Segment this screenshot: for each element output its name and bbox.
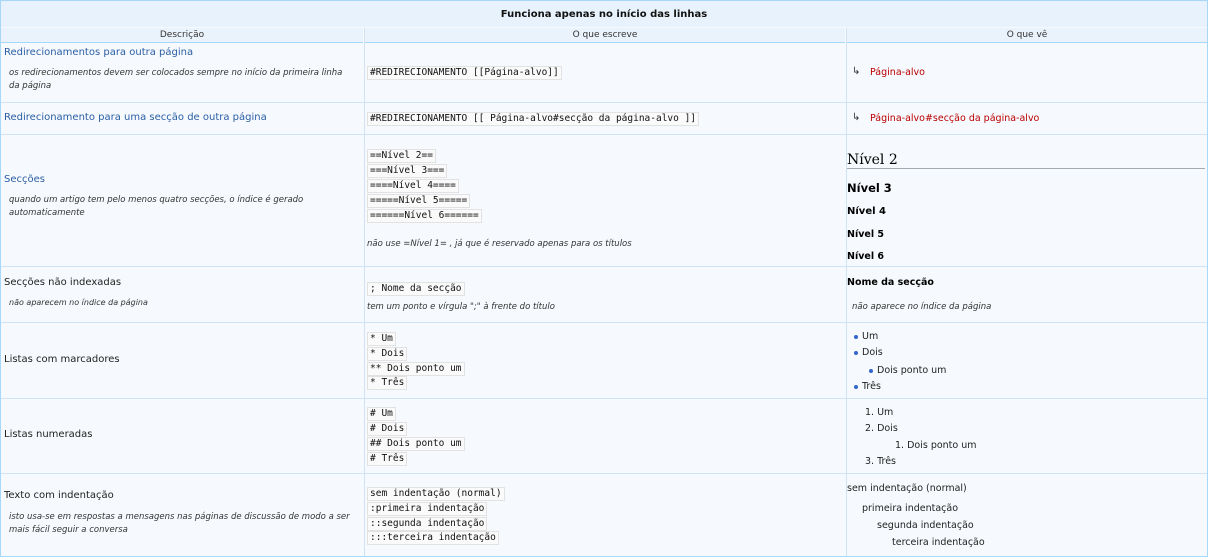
redirect-code: #REDIRECIONAMENTO [[Página-alvo]] [367,66,562,80]
sections-code-line: ======Nível 6====== [367,209,482,223]
sections-note: quando um artigo tem pelo menos quatro s… [9,195,304,218]
numbered-item: 1. Um [865,407,894,418]
unindexed-hint: tem um ponto e vírgula ";" à frente do t… [367,302,555,312]
column-divider [364,28,365,556]
indent-output-line: segunda indentação [877,520,974,531]
row-divider [1,266,1207,267]
header-what-you-type: O que escreve [365,28,845,43]
indent-code-line: ::segunda indentação [367,517,488,531]
numbered-code-line: # Um [367,407,396,421]
redirect-section-target-link[interactable]: Página-alvo#secção da página-alvo [870,113,1039,124]
numbered-label: Listas numeradas [4,429,93,440]
numbered-code-line: # Dois [367,422,408,436]
indent-code-line: :primeira indentação [367,502,488,516]
unindexed-code: ; Nome da secção [367,282,465,296]
sections-code-line: ====Nível 4==== [367,179,459,193]
unindexed-label: Secções não indexadas [4,277,122,288]
numbered-code-line: ## Dois ponto um [367,437,465,451]
heading-underline [847,168,1205,169]
bullet-item: Três [854,381,881,392]
redirect-arrow-icon: ↳ [852,66,861,77]
sections-code-line: ===Nível 3=== [367,164,448,178]
bullets-code-line: * Dois [367,347,408,361]
bullets-code-line: ** Dois ponto um [367,362,465,376]
redirect-section-code: #REDIRECIONAMENTO [[ Página-alvo#secção … [367,112,700,126]
bullets-code-line: * Três [367,376,408,390]
row-divider [1,398,1207,399]
header-description: Descrição [1,28,363,43]
bullet-item: Dois [854,347,883,358]
indent-code-line: sem indentação (normal) [367,487,505,501]
bullet-dot-icon [869,368,873,373]
row-divider [1,473,1207,474]
bullet-dot-icon [854,334,858,339]
link-redirects[interactable]: Redirecionamentos para outra página [4,47,193,58]
row-divider [1,322,1207,323]
numbered-item: 3. Três [865,456,896,467]
numbered-item: 2. Dois [865,423,898,434]
indent-output-line: sem indentação (normal) [847,483,967,494]
sections-code-line: ==Nível 2== [367,149,436,163]
indent-note: isto usa-se em respostas a mensagens nas… [9,512,350,535]
bullets-label: Listas com marcadores [4,354,120,365]
bullets-code-line: * Um [367,332,396,346]
heading-level-4: Nível 4 [847,206,886,217]
bullet-dot-icon [854,384,858,389]
unindexed-output: Nome da secção [847,277,934,288]
indent-output-line: terceira indentação [892,537,985,548]
header-what-you-see: O que vê [847,28,1207,43]
bullet-item-nested: Dois ponto um [869,365,946,376]
heading-level-3: Nível 3 [847,181,892,195]
row-divider [1,134,1207,135]
indent-code-line: :::terceira indentação [367,531,499,545]
redirect-note: os redirecionamentos devem ser colocados… [9,68,343,91]
sections-code-line: =====Nível 5===== [367,194,471,208]
row-divider [1,102,1207,103]
sections-hint: não use =Nível 1= , já que é reservado a… [367,239,632,249]
indent-output-line: primeira indentação [862,503,959,514]
link-sections[interactable]: Secções [4,174,45,185]
heading-level-6: Nível 6 [847,251,885,262]
heading-level-5: Nível 5 [847,229,885,240]
numbered-item-nested: 1. Dois ponto um [895,440,977,451]
unindexed-note: não aparecem no índice da página [9,298,148,307]
unindexed-output-note: não aparece no índice da página [852,302,992,312]
column-divider [846,28,847,556]
redirect-section-arrow-icon: ↳ [852,112,861,123]
bullet-item: Um [854,331,878,342]
bullet-dot-icon [854,350,858,355]
wiki-markup-table: Funciona apenas no início das linhas Des… [0,0,1208,557]
redirect-target-link[interactable]: Página-alvo [870,67,925,78]
numbered-code-line: # Três [367,452,408,466]
indent-label: Texto com indentação [4,490,114,501]
table-title: Funciona apenas no início das linhas [1,1,1207,27]
heading-level-2: Nível 2 [847,152,898,168]
link-redirect-section[interactable]: Redirecionamento para uma secção de outr… [4,112,267,123]
